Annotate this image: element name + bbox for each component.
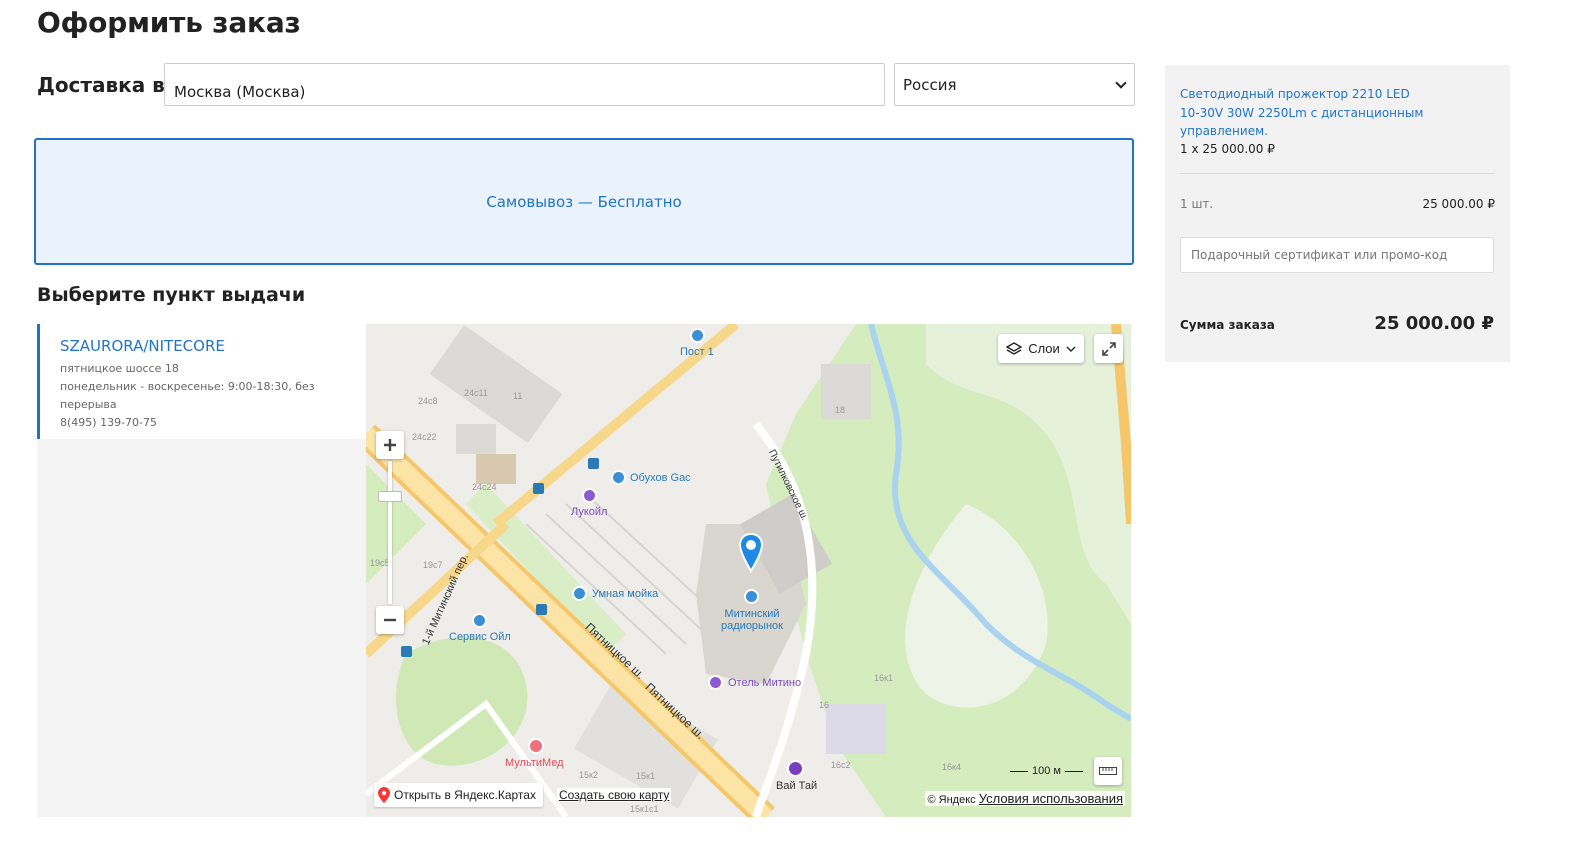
building-number: 15к1с1 xyxy=(630,804,659,814)
map-place-lukoil[interactable]: Лукойл xyxy=(571,506,607,518)
country-select-value: Россия xyxy=(903,76,957,94)
shopping-icon[interactable] xyxy=(744,589,759,604)
order-total-value: 25 000.00 ₽ xyxy=(1374,313,1494,334)
quantity-sum: 25 000.00 ₽ xyxy=(1422,197,1495,211)
medical-icon[interactable] xyxy=(528,738,544,754)
map-zoom-in-button[interactable] xyxy=(376,431,404,459)
chevron-down-icon xyxy=(1066,346,1076,352)
building-number: 24с8 xyxy=(418,396,438,406)
map-ruler-button[interactable] xyxy=(1094,757,1122,785)
pickup-point-item[interactable]: SZAURORA/NITECORE пятницкое шоссе 18 пон… xyxy=(37,324,366,439)
map-place-service-oil[interactable]: Сервис Ойл xyxy=(449,631,511,643)
pickup-point-phone: 8(495) 139-70-75 xyxy=(60,416,158,429)
map-zoom-track[interactable] xyxy=(388,461,392,604)
pickup-point-hours: понедельник - воскресенье: 9:00-18:30, б… xyxy=(60,380,315,411)
building-number: 19с5 xyxy=(370,558,390,568)
map-place-post1[interactable]: Пост 1 xyxy=(680,346,714,358)
building-number: 24с22 xyxy=(412,432,437,442)
chevron-down-icon xyxy=(1115,77,1127,89)
building-number: 15к1 xyxy=(636,771,655,781)
building-number: 19с7 xyxy=(423,560,443,570)
map-fullscreen-button[interactable] xyxy=(1094,334,1123,363)
order-summary: Светодиодный прожектор 2210 LED 10-30V 3… xyxy=(1165,65,1510,362)
hotel-icon[interactable] xyxy=(708,675,723,690)
building-number: 15к2 xyxy=(579,770,598,780)
gas-station-icon[interactable] xyxy=(611,470,626,485)
scale-line xyxy=(1064,770,1083,772)
map-marker-icon[interactable] xyxy=(738,533,764,573)
open-in-yandex-label: Открыть в Яндекс.Картах xyxy=(394,788,536,802)
create-map-link[interactable]: Создать свою карту xyxy=(557,788,672,802)
pickup-point-address: пятницкое шоссе 18 xyxy=(60,362,179,375)
gas-station-icon[interactable] xyxy=(582,488,597,503)
yandex-pin-icon xyxy=(378,787,390,803)
plus-icon xyxy=(384,439,396,451)
map-scale-label: 100 м xyxy=(1032,765,1061,777)
minus-icon xyxy=(384,618,396,622)
delivery-label: Доставка в xyxy=(37,73,165,97)
building-number: 16к4 xyxy=(942,762,961,772)
map-layers-button[interactable]: Слои xyxy=(998,334,1084,363)
map-layers-label: Слои xyxy=(1028,341,1060,356)
building-number: 16к1 xyxy=(874,673,893,683)
copyright-text: © Яндекс xyxy=(927,794,976,806)
pickup-map[interactable]: Пост 1 Обухов Gас Лукойл Умная мойка Сер… xyxy=(366,324,1131,817)
scale-line xyxy=(1010,770,1028,772)
pickup-option-label: Самовывоз — Бесплатно xyxy=(486,192,682,211)
product-qty-price: 1 x 25 000.00 ₽ xyxy=(1180,142,1275,156)
layers-icon xyxy=(1006,341,1023,355)
building-number: 11 xyxy=(513,391,523,401)
gas-station-icon[interactable] xyxy=(690,328,705,343)
map-zoom-out-button[interactable] xyxy=(376,606,404,634)
building-number: 18 xyxy=(835,405,846,415)
building-number: 16с2 xyxy=(831,760,851,770)
pickup-points-list: SZAURORA/NITECORE пятницкое шоссе 18 пон… xyxy=(37,324,366,817)
open-in-yandex-link[interactable]: Открыть в Яндекс.Картах xyxy=(374,783,543,807)
city-input[interactable] xyxy=(164,63,885,106)
bus-stop-icon[interactable] xyxy=(533,483,544,494)
car-service-icon[interactable] xyxy=(472,613,487,628)
map-zoom-handle[interactable] xyxy=(378,491,402,502)
map-scale: 100 м xyxy=(1010,765,1083,777)
restaurant-icon[interactable] xyxy=(787,760,804,777)
product-link[interactable]: Светодиодный прожектор 2210 LED 10-30V 3… xyxy=(1180,85,1430,141)
order-total-label: Сумма заказа xyxy=(1180,318,1275,332)
terms-link[interactable]: Условия использования xyxy=(979,791,1123,806)
map-copyright: © Яндекс Условия использования xyxy=(925,791,1125,806)
bus-stop-icon[interactable] xyxy=(401,646,412,657)
map-place-smart-wash[interactable]: Умная мойка xyxy=(592,588,658,600)
building-number: 16 xyxy=(819,700,830,710)
map-place-obukhov-gas[interactable]: Обухов Gас xyxy=(630,472,691,484)
bus-stop-icon[interactable] xyxy=(536,604,547,615)
building-number: 24с11 xyxy=(464,388,488,398)
map-place-wai-thai[interactable]: Вай Тай xyxy=(776,780,817,792)
building-number: 24с24 xyxy=(472,482,497,492)
bus-stop-icon[interactable] xyxy=(588,458,599,469)
summary-divider xyxy=(1180,173,1495,174)
pickup-option-selected[interactable]: Самовывоз — Бесплатно xyxy=(34,138,1134,265)
quantity-label: 1 шт. xyxy=(1180,197,1214,211)
map-place-multimed[interactable]: МультиМед xyxy=(505,757,564,769)
country-select[interactable]: Россия xyxy=(894,63,1135,106)
page-title: Оформить заказ xyxy=(37,6,301,39)
pickup-point-name: SZAURORA/NITECORE xyxy=(60,337,225,355)
map-place-hotel-mitino[interactable]: Отель Митино xyxy=(728,677,801,689)
car-wash-icon[interactable] xyxy=(572,586,587,601)
expand-icon xyxy=(1101,341,1116,356)
promo-code-input[interactable] xyxy=(1180,237,1494,273)
ruler-icon xyxy=(1099,767,1117,775)
pickup-points-title: Выберите пункт выдачи xyxy=(37,284,306,306)
map-place-mitino-market[interactable]: Митинский радиорынок xyxy=(716,608,788,632)
